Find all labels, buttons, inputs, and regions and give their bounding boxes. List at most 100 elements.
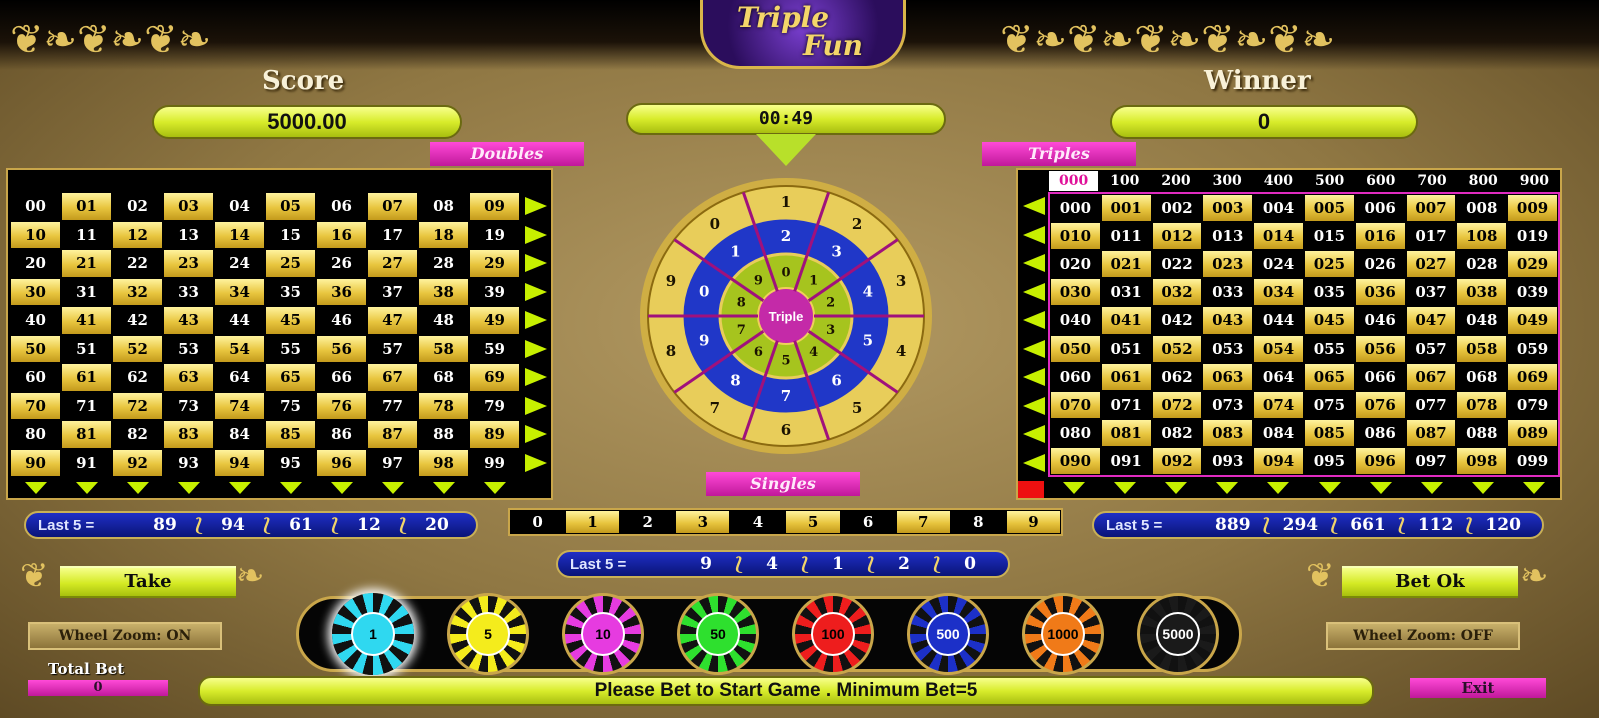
- triples-cell[interactable]: 037: [1405, 278, 1457, 307]
- triples-cell[interactable]: 016: [1354, 222, 1406, 251]
- row-bet-arrow-icon[interactable]: [522, 192, 550, 221]
- doubles-cell[interactable]: 46: [316, 306, 367, 335]
- triples-cell[interactable]: 034: [1253, 278, 1304, 307]
- triples-cell[interactable]: 083: [1202, 418, 1254, 447]
- doubles-cell[interactable]: 66: [316, 363, 367, 392]
- doubles-cell[interactable]: 96: [316, 448, 367, 477]
- doubles-cell[interactable]: 11: [61, 220, 112, 249]
- triples-hundreds-tab[interactable]: 600: [1355, 170, 1407, 192]
- doubles-cell[interactable]: 62: [112, 363, 163, 392]
- triples-cell[interactable]: 024: [1253, 250, 1304, 279]
- column-bet-arrow-icon[interactable]: [61, 478, 112, 498]
- triples-cell[interactable]: 046: [1354, 306, 1406, 335]
- triples-hundreds-tab[interactable]: 700: [1406, 170, 1458, 192]
- triples-cell[interactable]: 022: [1151, 250, 1203, 279]
- doubles-cell[interactable]: 45: [265, 306, 316, 335]
- row-bet-arrow-icon[interactable]: [522, 249, 550, 278]
- exit-button[interactable]: Exit: [1410, 678, 1546, 698]
- doubles-cell[interactable]: 74: [214, 391, 265, 420]
- triples-cell[interactable]: 092: [1151, 446, 1203, 475]
- doubles-cell[interactable]: 52: [112, 334, 163, 363]
- singles-cell[interactable]: 0: [510, 510, 566, 534]
- doubles-cell[interactable]: 08: [418, 192, 469, 221]
- triples-cell[interactable]: 028: [1456, 250, 1508, 279]
- triples-hundreds-tab[interactable]: 100: [1099, 170, 1151, 192]
- row-bet-arrow-icon[interactable]: [522, 449, 550, 478]
- triples-cell[interactable]: 049: [1507, 306, 1558, 335]
- chip-1[interactable]: 1: [332, 593, 414, 675]
- doubles-cell[interactable]: 85: [265, 420, 316, 449]
- doubles-cell[interactable]: 04: [214, 192, 265, 221]
- singles-cell[interactable]: 6: [840, 510, 896, 534]
- doubles-cell[interactable]: 58: [418, 334, 469, 363]
- triples-cell[interactable]: 015: [1303, 222, 1355, 251]
- doubles-cell[interactable]: 29: [469, 249, 520, 278]
- triples-hundreds-tab[interactable]: 300: [1201, 170, 1253, 192]
- doubles-cell[interactable]: 70: [10, 391, 61, 420]
- triples-cell[interactable]: 011: [1100, 222, 1152, 251]
- triples-cell[interactable]: 002: [1151, 194, 1203, 223]
- doubles-cell[interactable]: 87: [367, 420, 418, 449]
- doubles-cell[interactable]: 75: [265, 391, 316, 420]
- column-bet-arrow-icon[interactable]: [163, 478, 214, 498]
- doubles-cell[interactable]: 78: [418, 391, 469, 420]
- doubles-cell[interactable]: 73: [163, 391, 214, 420]
- triples-cell[interactable]: 108: [1456, 222, 1508, 251]
- doubles-cell[interactable]: 31: [61, 277, 112, 306]
- triples-cell[interactable]: 035: [1303, 278, 1355, 307]
- triples-cell[interactable]: 006: [1354, 194, 1406, 223]
- doubles-cell[interactable]: 53: [163, 334, 214, 363]
- triples-hundreds-tab[interactable]: 900: [1508, 170, 1560, 192]
- triples-cell[interactable]: 075: [1303, 390, 1355, 419]
- triples-cell[interactable]: 032: [1151, 278, 1203, 307]
- triples-cell[interactable]: 036: [1354, 278, 1406, 307]
- triples-cell[interactable]: 030: [1050, 278, 1101, 307]
- triples-cell[interactable]: 064: [1253, 362, 1304, 391]
- doubles-cell[interactable]: 98: [418, 448, 469, 477]
- triples-cell[interactable]: 039: [1507, 278, 1558, 307]
- triples-hundreds-tab[interactable]: 400: [1252, 170, 1304, 192]
- triples-cell[interactable]: 050: [1050, 334, 1101, 363]
- doubles-cell[interactable]: 32: [112, 277, 163, 306]
- column-bet-arrow-icon[interactable]: [1458, 478, 1509, 498]
- doubles-cell[interactable]: 57: [367, 334, 418, 363]
- doubles-cell[interactable]: 35: [265, 277, 316, 306]
- triples-cell[interactable]: 098: [1456, 446, 1508, 475]
- doubles-cell[interactable]: 38: [418, 277, 469, 306]
- triples-cell[interactable]: 089: [1507, 418, 1558, 447]
- doubles-cell[interactable]: 30: [10, 277, 61, 306]
- doubles-cell[interactable]: 65: [265, 363, 316, 392]
- singles-cell[interactable]: 5: [785, 510, 841, 534]
- doubles-cell[interactable]: 00: [10, 192, 61, 221]
- doubles-cell[interactable]: 36: [316, 277, 367, 306]
- doubles-cell[interactable]: 12: [112, 220, 163, 249]
- doubles-cell[interactable]: 89: [469, 420, 520, 449]
- triples-cell[interactable]: 091: [1100, 446, 1152, 475]
- triples-cell[interactable]: 023: [1202, 250, 1254, 279]
- triples-hundreds-tab[interactable]: 200: [1150, 170, 1202, 192]
- triples-cell[interactable]: 073: [1202, 390, 1254, 419]
- doubles-cell[interactable]: 18: [418, 220, 469, 249]
- column-bet-arrow-icon[interactable]: [265, 478, 316, 498]
- doubles-cell[interactable]: 67: [367, 363, 418, 392]
- triples-cell[interactable]: 019: [1507, 222, 1558, 251]
- triples-cell[interactable]: 085: [1303, 418, 1355, 447]
- row-bet-arrow-icon[interactable]: [1020, 449, 1048, 478]
- triples-cell[interactable]: 081: [1100, 418, 1152, 447]
- triples-cell[interactable]: 079: [1507, 390, 1558, 419]
- doubles-cell[interactable]: 20: [10, 249, 61, 278]
- doubles-cell[interactable]: 76: [316, 391, 367, 420]
- triples-cell[interactable]: 009: [1507, 194, 1558, 223]
- triples-cell[interactable]: 057: [1405, 334, 1457, 363]
- row-bet-arrow-icon[interactable]: [1020, 278, 1048, 307]
- doubles-cell[interactable]: 39: [469, 277, 520, 306]
- triples-hundreds-tab[interactable]: 000: [1048, 170, 1100, 192]
- column-bet-arrow-icon[interactable]: [1048, 478, 1099, 498]
- triples-cell[interactable]: 042: [1151, 306, 1203, 335]
- column-bet-arrow-icon[interactable]: [1304, 478, 1355, 498]
- triples-cell[interactable]: 078: [1456, 390, 1508, 419]
- doubles-cell[interactable]: 06: [316, 192, 367, 221]
- triples-cell[interactable]: 066: [1354, 362, 1406, 391]
- doubles-cell[interactable]: 95: [265, 448, 316, 477]
- column-bet-arrow-icon[interactable]: [112, 478, 163, 498]
